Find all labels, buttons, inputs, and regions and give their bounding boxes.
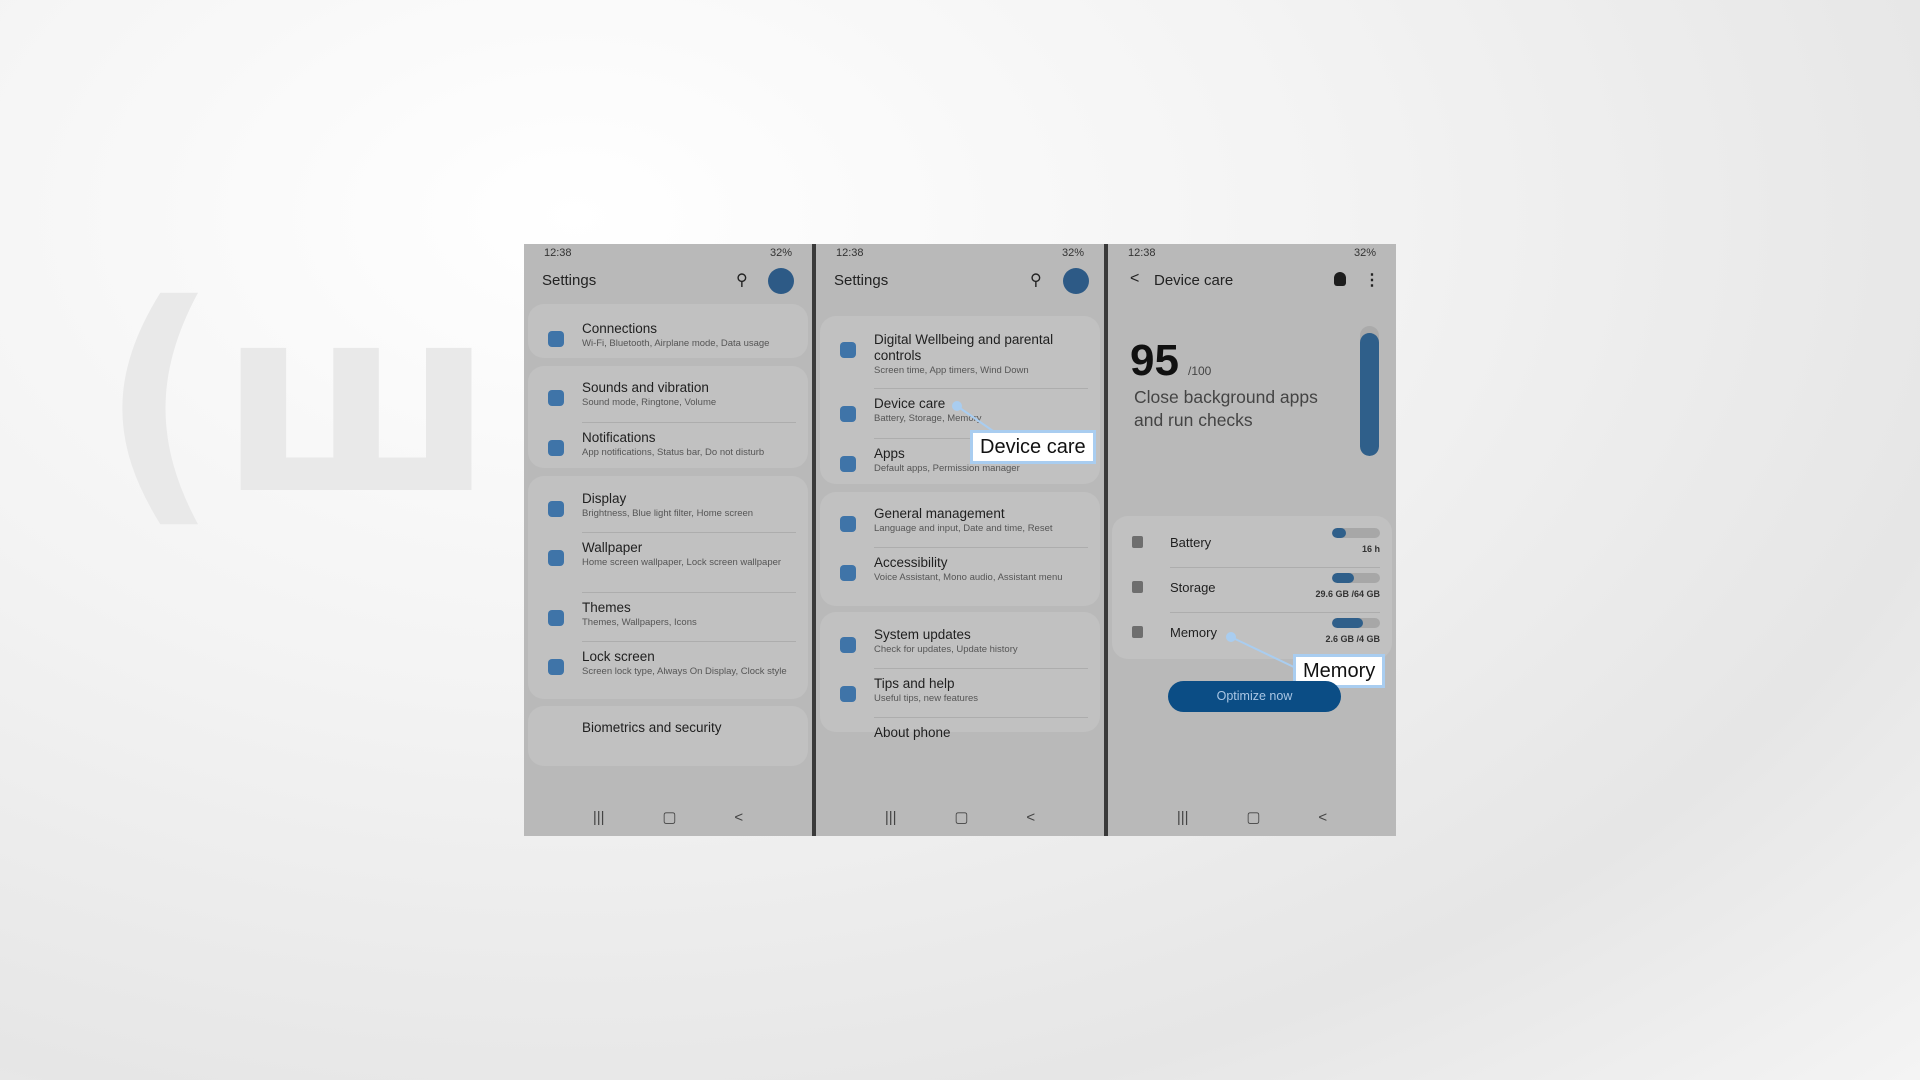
callout-dot [952,401,962,411]
item-title: Display [582,491,627,506]
settings-group: Sounds and vibration Sound mode, Ringtone… [528,366,808,468]
home-button[interactable]: ▢ [662,808,676,826]
search-icon[interactable]: ⚲ [736,270,748,290]
phone-screen-settings-1: 12:38 32% Settings ⚲ Connections Wi-Fi, Bl… [524,244,812,836]
item-title: Themes [582,600,631,615]
nav-bar: ||| ▢ < [1108,798,1396,836]
status-bar: 12:38 32% [544,247,792,261]
item-divider [582,592,796,593]
home-button[interactable]: ▢ [1246,808,1260,826]
watermark-logo: (ш [100,250,495,552]
list-item-biometrics-and-security[interactable]: Biometrics and security [528,720,808,764]
status-battery: 32% [769,247,792,259]
volume-icon [548,390,564,406]
brightness-icon [548,501,564,517]
list-item-themes[interactable]: Themes Themes, Wallpapers, Icons [528,592,808,644]
item-title: Wallpaper [582,540,643,555]
themes-icon [548,610,564,626]
callout-line [1230,636,1299,670]
nav-bar: ||| ▢ < [816,798,1104,836]
settings-group: Connections Wi-Fi, Bluetooth, Airplane mo… [528,304,808,358]
item-title: Notifications [582,430,656,445]
settings-group: Display Brightness, Blue light filter, Ho… [528,476,808,699]
item-subtitle: Screen lock type, Always On Display, Clo… [582,666,787,677]
item-subtitle: Wi-Fi, Bluetooth, Airplane mode, Data us… [582,338,770,349]
back-button[interactable]: < [734,809,743,826]
callout-dot [1226,632,1236,642]
list-item-notifications[interactable]: Notifications App notifications, Status b… [528,422,808,474]
nav-bar: ||| ▢ < [524,798,812,836]
phone-screen-device-care: 12:38 32% < Device care ⋮ 95 /100 Close b… [1108,244,1396,836]
item-divider [582,532,796,533]
item-subtitle: Sound mode, Ringtone, Volume [582,397,717,408]
callout-device-care: Device care [970,430,1096,464]
optimize-now-button[interactable]: Optimize now [1168,681,1341,712]
item-subtitle: App notifications, Status bar, Do not di… [582,447,765,458]
recents-button[interactable]: ||| [885,809,897,826]
item-divider [582,641,796,642]
page-title: Settings [542,272,597,289]
item-title: Biometrics and security [582,720,722,735]
item-subtitle: Themes, Wallpapers, Icons [582,617,697,628]
settings-group: Biometrics and security [528,706,808,766]
item-title: Connections [582,321,658,336]
recents-button[interactable]: ||| [593,809,605,826]
item-divider [582,422,796,423]
lock-icon [548,659,564,675]
back-button[interactable]: < [1026,809,1035,826]
avatar[interactable] [768,268,794,294]
item-subtitle: Home screen wallpaper, Lock screen wallp… [582,557,782,568]
list-item-connections[interactable]: Connections Wi-Fi, Bluetooth, Airplane mo… [528,321,808,365]
wifi-icon [548,331,564,347]
back-button[interactable]: < [1318,809,1327,826]
home-button[interactable]: ▢ [954,808,968,826]
status-time: 12:38 [544,247,572,259]
item-subtitle: Brightness, Blue light filter, Home scre… [582,508,754,519]
list-item-sounds-and-vibration[interactable]: Sounds and vibration Sound mode, Ringtone… [528,380,808,424]
recents-button[interactable]: ||| [1177,809,1189,826]
phone-screen-settings-2: 12:38 32% Settings ⚲ Digital Wellbeing an… [816,244,1104,836]
notification-icon [548,440,564,456]
list-item-display[interactable]: Display Brightness, Blue light filter, Ho… [528,491,808,535]
item-title: Sounds and vibration [582,380,709,395]
item-title: Lock screen [582,649,655,664]
callout-line [956,405,1007,441]
wallpaper-icon [548,550,564,566]
list-item-lock-screen[interactable]: Lock screen Screen lock type, Always On D… [528,641,808,693]
list-item-wallpaper[interactable]: Wallpaper Home screen wallpaper, Lock scr… [528,532,808,584]
